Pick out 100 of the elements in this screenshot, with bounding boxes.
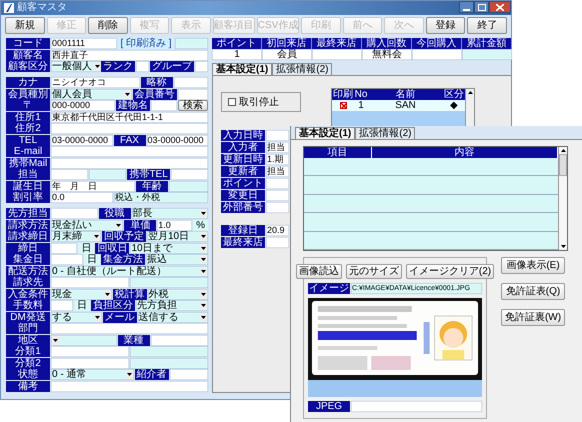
- dropdown[interactable]: 一般個人: [51, 61, 100, 72]
- dropdown[interactable]: 現金払い: [51, 220, 124, 230]
- tab[interactable]: 拡張情報(2): [355, 127, 416, 139]
- input-field[interactable]: [51, 123, 208, 134]
- checkbox[interactable]: [340, 102, 346, 109]
- field-label: 顧客区分: [6, 61, 50, 72]
- input-field[interactable]: 20.9: [266, 225, 289, 236]
- input-field[interactable]: [51, 380, 208, 392]
- input-field[interactable]: 東京都千代田区千代田1-1-1: [51, 112, 208, 122]
- dropdown[interactable]: 0 - 自社便（ルート配送）: [51, 266, 208, 276]
- field-label: FAX: [114, 134, 146, 146]
- input-field[interactable]: 0.0: [51, 192, 113, 203]
- field-label: 部門: [6, 323, 50, 334]
- dropdown[interactable]: 現金: [51, 288, 112, 300]
- minimize-button[interactable]: [459, 1, 474, 13]
- input-field[interactable]: [89, 169, 126, 180]
- input-field[interactable]: [195, 61, 208, 72]
- dropdown[interactable]: 外税: [148, 288, 208, 300]
- input-field[interactable]: [51, 158, 208, 168]
- input-field[interactable]: [266, 237, 289, 248]
- tab[interactable]: 拡張情報(2): [272, 63, 332, 75]
- side-button[interactable]: 免許証表(Q): [501, 283, 565, 300]
- field-label: 地区: [6, 334, 50, 346]
- dropdown[interactable]: 10日まで: [130, 242, 208, 254]
- input-field[interactable]: [51, 323, 208, 334]
- input-field[interactable]: [136, 61, 149, 72]
- input-field[interactable]: [51, 208, 98, 219]
- input-field[interactable]: 西井直子: [51, 50, 208, 60]
- close-button[interactable]: [489, 1, 511, 13]
- image-button[interactable]: イメージクリア(2): [406, 264, 494, 279]
- input-field[interactable]: 03-0000-0000: [51, 134, 112, 146]
- input-field[interactable]: 03-0000-0000: [146, 134, 208, 146]
- scrollbar-thumb[interactable]: [559, 154, 567, 176]
- field-label: 住所2: [6, 123, 50, 134]
- input-field[interactable]: [174, 38, 208, 49]
- field-label: 集金日: [6, 254, 50, 265]
- input-field[interactable]: [130, 358, 208, 368]
- input-field[interactable]: [51, 277, 129, 288]
- input-field[interactable]: [170, 369, 208, 380]
- input-field[interactable]: [51, 146, 208, 157]
- field-label: 登録日: [221, 225, 265, 236]
- input-field[interactable]: [151, 100, 178, 111]
- maximize-button[interactable]: [474, 1, 489, 13]
- input-field[interactable]: [266, 130, 289, 141]
- input-field[interactable]: 1.期: [266, 154, 289, 165]
- dropdown[interactable]: する: [51, 312, 102, 322]
- input-field[interactable]: 000-0000: [51, 100, 116, 111]
- toolbar-button[interactable]: 登録: [426, 17, 466, 34]
- scrollbar[interactable]: [465, 89, 474, 127]
- input-field[interactable]: 0001111: [51, 38, 118, 49]
- dropdown[interactable]: 0 - 通常: [51, 369, 134, 380]
- input-field[interactable]: [51, 169, 88, 180]
- table-cell: [304, 176, 372, 195]
- input-field[interactable]: 担当: [266, 166, 289, 177]
- column-header: 印刷: [332, 89, 354, 100]
- input-field[interactable]: 税込・外税: [114, 192, 208, 203]
- input-field[interactable]: [170, 169, 208, 180]
- input-field[interactable]: [169, 180, 208, 192]
- field-label: 請求先: [6, 277, 50, 288]
- input-field[interactable]: [266, 202, 289, 213]
- input-field[interactable]: [178, 88, 208, 100]
- tab[interactable]: 基本設定(1): [212, 63, 272, 75]
- caret-icon: [94, 316, 100, 318]
- dropdown[interactable]: 振込: [146, 254, 208, 265]
- input-field[interactable]: [266, 190, 289, 201]
- dropdown[interactable]: 送信する: [138, 312, 208, 322]
- input-field[interactable]: [130, 346, 208, 357]
- dropdown[interactable]: 月末締: [51, 231, 101, 242]
- input-field[interactable]: [130, 277, 208, 288]
- dropdown[interactable]: 先方負担: [136, 300, 208, 311]
- input-field[interactable]: [51, 346, 129, 357]
- input-field[interactable]: 1.0: [157, 220, 192, 230]
- input-field[interactable]: 年 月 日: [51, 180, 135, 192]
- field-label: 携帯TEL: [127, 169, 170, 180]
- image-button[interactable]: 画像読込: [296, 264, 342, 279]
- toolbar-button[interactable]: 新規: [5, 17, 45, 34]
- side-button[interactable]: 免許証裏(W): [501, 309, 565, 326]
- input-field[interactable]: [266, 178, 289, 189]
- dropdown[interactable]: 翌月10日: [146, 231, 208, 242]
- dropdown[interactable]: [51, 334, 116, 346]
- input-field[interactable]: [51, 358, 129, 368]
- tab[interactable]: 基本設定(1): [295, 127, 356, 139]
- dropdown[interactable]: 部長: [132, 208, 208, 219]
- toolbar-button[interactable]: 終了: [467, 17, 508, 34]
- input-field[interactable]: [174, 77, 208, 88]
- dropdown[interactable]: 個人会員: [51, 88, 132, 100]
- input-field[interactable]: [51, 300, 73, 311]
- table-cell: ◆: [443, 100, 465, 111]
- input-field[interactable]: [351, 401, 482, 412]
- input-field[interactable]: ニシイナオコ: [51, 77, 140, 88]
- input-field[interactable]: [150, 334, 208, 346]
- scroll-up-icon: [560, 149, 566, 152]
- toolbar-button[interactable]: 削除: [88, 17, 128, 34]
- input-field[interactable]: 担当: [266, 142, 289, 153]
- scrollbar[interactable]: [558, 147, 567, 250]
- input-field[interactable]: [51, 254, 83, 265]
- image-button[interactable]: 元のサイズ: [346, 264, 402, 279]
- side-button[interactable]: 画像表示(E): [501, 257, 565, 274]
- search-button[interactable]: 検索: [178, 100, 208, 111]
- input-field[interactable]: [51, 242, 78, 254]
